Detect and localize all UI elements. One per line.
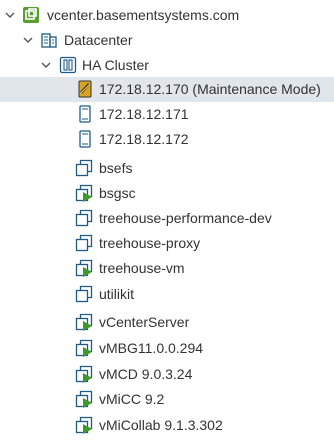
host-label: 172.18.12.171 [99, 106, 189, 122]
vm-off-icon [75, 285, 93, 303]
vm-off-icon [75, 159, 93, 177]
tree-node-datacenter[interactable]: Datacenter [0, 28, 334, 53]
vm-on-icon [75, 184, 93, 202]
vm-label: vCenterServer [99, 314, 190, 330]
tree-node-vm[interactable]: treehouse-vm [0, 256, 334, 281]
vm-label: bsgsc [99, 185, 136, 201]
tree-node-host[interactable]: 172.18.12.172 [0, 127, 334, 152]
cluster-label: HA Cluster [82, 57, 149, 73]
chevron-down-icon[interactable] [4, 9, 16, 21]
datacenter-label: Datacenter [64, 32, 133, 48]
tree-node-vm[interactable]: vCenterServer [0, 310, 334, 335]
vcenter-label: vcenter.basementsystems.com [47, 7, 240, 23]
chevron-down-icon[interactable] [40, 59, 52, 71]
tree-node-host[interactable]: 172.18.12.170 (Maintenance Mode) [0, 77, 334, 102]
tree-node-vm[interactable]: vMCD 9.0.3.24 [0, 362, 334, 387]
tree-node-vm[interactable]: vMiCollab 9.1.3.302 [0, 413, 334, 438]
tree-node-vm[interactable]: vMiCC 9.2 [0, 387, 334, 412]
vm-on-icon [75, 313, 93, 331]
host-label: 172.18.12.172 [99, 131, 189, 147]
inventory-tree: vcenter.basementsystems.com Datacenter H… [0, 0, 334, 441]
vm-on-icon [75, 339, 93, 357]
tree-node-vcenter[interactable]: vcenter.basementsystems.com [0, 3, 334, 28]
vm-label: vMiCC 9.2 [99, 391, 165, 407]
tree-node-cluster[interactable]: HA Cluster [0, 53, 334, 78]
vm-on-icon [75, 365, 93, 383]
tree-node-vm[interactable]: treehouse-performance-dev [0, 206, 334, 231]
datacenter-icon [40, 31, 58, 49]
vm-label: vMCD 9.0.3.24 [99, 366, 193, 382]
host-label: 172.18.12.170 (Maintenance Mode) [99, 81, 321, 97]
vm-label: treehouse-vm [99, 260, 185, 276]
tree-node-vm[interactable]: vMBG11.0.0.294 [0, 336, 334, 361]
tree-node-vm[interactable]: utilikit [0, 282, 334, 307]
vm-label: utilikit [99, 286, 135, 302]
host-icon [76, 130, 94, 148]
tree-node-vm[interactable]: bsgsc [0, 181, 334, 206]
vm-label: bsefs [99, 160, 133, 176]
host-icon [76, 105, 94, 123]
vm-on-icon [75, 416, 93, 434]
tree-node-host[interactable]: 172.18.12.171 [0, 102, 334, 127]
vm-off-icon [75, 209, 93, 227]
vm-off-icon [75, 234, 93, 252]
cluster-icon [59, 56, 77, 74]
tree-node-vm[interactable]: bsefs [0, 156, 334, 181]
tree-node-vm[interactable]: treehouse-proxy [0, 231, 334, 256]
vm-on-icon [75, 259, 93, 277]
chevron-down-icon[interactable] [22, 34, 34, 46]
vcenter-icon [22, 6, 40, 24]
vm-label: vMBG11.0.0.294 [99, 340, 204, 356]
vm-label: treehouse-performance-dev [99, 210, 272, 226]
vm-label: treehouse-proxy [99, 235, 201, 251]
host-maintenance-icon [76, 80, 94, 98]
vm-label: vMiCollab 9.1.3.302 [99, 417, 223, 433]
vm-on-icon [75, 390, 93, 408]
